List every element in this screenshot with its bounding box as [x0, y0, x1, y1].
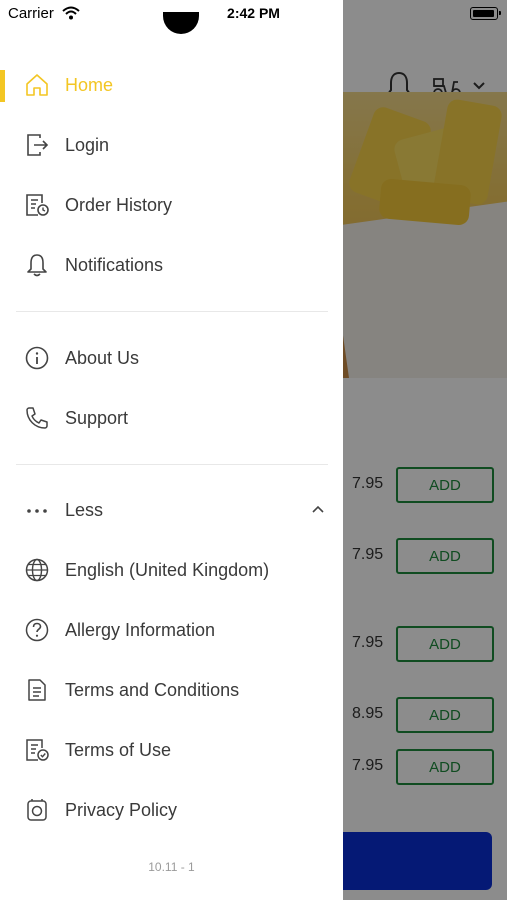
privacy-icon	[27, 799, 47, 821]
drawer-item-label: Support	[65, 408, 129, 428]
login-icon	[27, 134, 49, 156]
drawer-item-terms-and-conditions[interactable]: Terms and Conditions	[0, 663, 343, 719]
app-version: 10.11 - 1	[148, 860, 195, 874]
navigation-drawer: Home Login Order History Notifications A…	[0, 0, 343, 900]
info-icon	[25, 346, 49, 370]
more-toggle-label: Less	[65, 500, 104, 520]
drawer-item-label: Privacy Policy	[65, 800, 178, 820]
drawer-item-order-history[interactable]: Order History	[0, 178, 343, 234]
drawer-item-support[interactable]: Support	[0, 391, 343, 447]
more-toggle[interactable]: Less	[0, 483, 343, 539]
clock: 2:42 PM	[227, 5, 280, 21]
order-history-icon	[26, 194, 49, 216]
drawer-item-label: Login	[65, 135, 110, 155]
phone-icon	[26, 407, 48, 429]
more-dots-icon	[27, 509, 47, 513]
drawer-item-privacy-policy[interactable]: Privacy Policy	[0, 783, 343, 839]
drawer-item-label: Home	[65, 75, 114, 95]
drawer-item-login[interactable]: Login	[0, 118, 343, 174]
home-icon	[26, 74, 48, 96]
drawer-item-about-us[interactable]: About Us	[0, 331, 343, 387]
divider	[16, 311, 328, 312]
drawer-item-label: Order History	[65, 195, 173, 215]
drawer-item-language[interactable]: English (United Kingdom)	[0, 543, 343, 599]
drawer-item-terms-of-use[interactable]: Terms of Use	[0, 723, 343, 779]
chevron-up-icon	[312, 505, 324, 513]
battery-icon	[470, 7, 501, 20]
drawer-item-notifications[interactable]: Notifications	[0, 238, 343, 294]
divider	[16, 464, 328, 465]
document-check-icon	[26, 739, 49, 761]
drawer-item-label: Allergy Information	[65, 620, 216, 640]
globe-icon	[25, 558, 49, 582]
question-icon	[25, 618, 49, 642]
document-icon	[28, 679, 46, 701]
drawer-item-label: English (United Kingdom)	[65, 560, 270, 580]
drawer-item-label: Terms of Use	[65, 740, 172, 760]
drawer-item-allergy-information[interactable]: Allergy Information	[0, 603, 343, 659]
drawer-item-label: Notifications	[65, 255, 164, 275]
drawer-item-label: About Us	[65, 348, 140, 368]
drawer-item-home[interactable]: Home	[0, 58, 343, 114]
status-bar: Carrier 2:42 PM	[0, 0, 507, 28]
drawer-item-label: Terms and Conditions	[65, 680, 240, 700]
bell-icon	[27, 254, 47, 277]
